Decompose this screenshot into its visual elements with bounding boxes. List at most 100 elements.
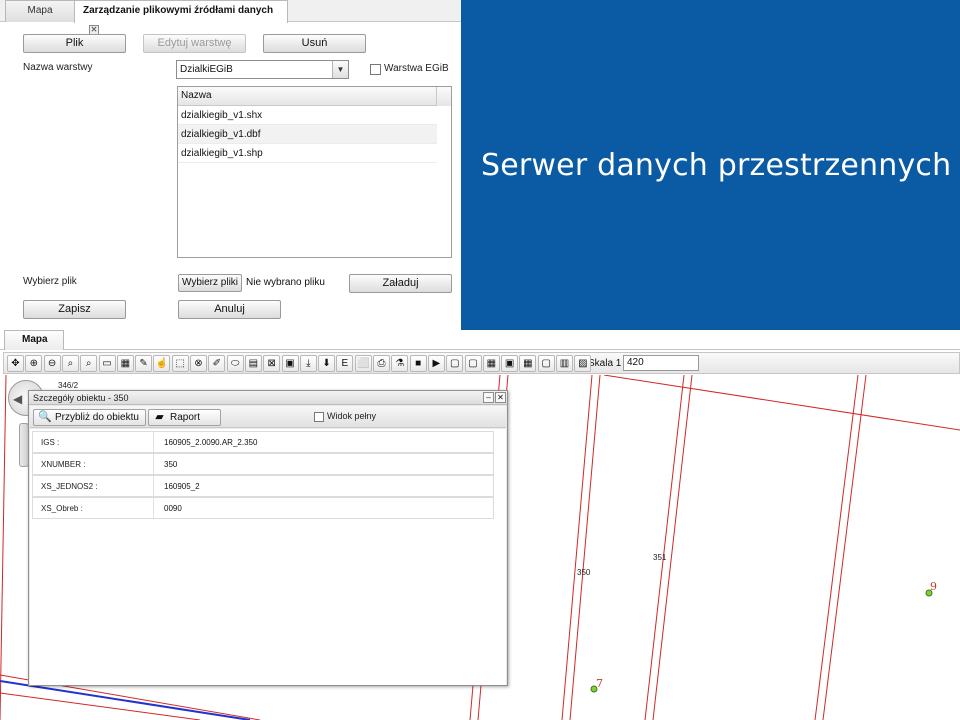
- full-view-checkbox[interactable]: [314, 412, 324, 422]
- title-panel: Serwer danych przestrzennych: [461, 0, 960, 330]
- attribute-key: XS_JEDNOS2 :: [41, 482, 98, 491]
- report-icon[interactable]: ▢: [537, 355, 555, 372]
- measure-distance-icon[interactable]: ▭: [98, 355, 116, 372]
- table-row[interactable]: dzialkiegib_v1.shx: [178, 106, 437, 125]
- table-row[interactable]: dzialkiegib_v1.dbf: [178, 125, 437, 144]
- attribute-value: 0090: [164, 504, 182, 513]
- attribute-key: IGS :: [41, 438, 60, 447]
- close-icon[interactable]: ✕: [495, 392, 506, 403]
- save-button[interactable]: Zapisz: [23, 300, 126, 319]
- egib-checkbox-label: Warstwa EGiB: [384, 63, 449, 74]
- cancel-button[interactable]: Anuluj: [178, 300, 281, 319]
- files-grid: Nazwa dzialkiegib_v1.shx dzialkiegib_v1.…: [177, 86, 452, 258]
- point-label-9: 9: [930, 580, 937, 593]
- table-icon[interactable]: ▦: [482, 355, 500, 372]
- tab-file-sources[interactable]: Zarządzanie plikowymi źródłami danych✕: [74, 0, 288, 36]
- layer-select-value: DzialkiEGiB: [180, 64, 233, 75]
- chart-icon[interactable]: ▣: [501, 355, 519, 372]
- egib-checkbox[interactable]: [370, 64, 381, 75]
- grid-header-name[interactable]: Nazwa: [181, 90, 212, 101]
- attribute-key: XNUMBER :: [41, 460, 86, 469]
- tooltip-icon[interactable]: ▨: [574, 355, 592, 372]
- zoom-to-object-button[interactable]: 🔍 Przybliż do obiektu: [33, 409, 146, 426]
- zoom-extent-icon[interactable]: ⌕: [80, 355, 98, 372]
- attribute-value: 160905_2: [164, 482, 200, 491]
- edit-layer-button[interactable]: Edytuj warstwę: [143, 34, 246, 53]
- pencil-icon[interactable]: ✎: [135, 355, 153, 372]
- export-icon[interactable]: ⤓: [299, 355, 317, 372]
- attributes-table: IGS : 160905_2.0090.AR_2.350 XNUMBER : 3…: [30, 429, 506, 685]
- table-row: XS_JEDNOS2 : 160905_2: [32, 475, 494, 497]
- layer-name-label: Nazwa warstwy: [23, 62, 93, 73]
- parcel-label-350: 350: [577, 568, 591, 577]
- choose-file-label: Wybierz plik: [23, 276, 77, 287]
- magnifier-icon: 🔍: [38, 411, 52, 423]
- report-label: Raport: [170, 412, 201, 423]
- object-details-window: Szczegóły obiektu - 350 – ✕ 🔍 Przybliż d…: [28, 390, 508, 686]
- attribute-value: 160905_2.0090.AR_2.350: [164, 438, 258, 447]
- parcel-label-351: 351: [653, 553, 667, 562]
- camera-icon[interactable]: ■: [409, 355, 427, 372]
- table-row: IGS : 160905_2.0090.AR_2.350: [32, 431, 494, 453]
- delete-feature-icon[interactable]: ⊠: [263, 355, 281, 372]
- scale-label: Skala 1 :: [588, 358, 627, 369]
- highlight-icon[interactable]: ⬭: [226, 355, 244, 372]
- arrow-left-icon[interactable]: ◀: [13, 392, 22, 406]
- select-icon[interactable]: ☝: [153, 355, 171, 372]
- no-file-text: Nie wybrano pliku: [246, 277, 325, 288]
- properties-icon[interactable]: ⬜: [354, 355, 372, 372]
- file-button[interactable]: Plik: [23, 34, 126, 53]
- printer-icon: ▰: [155, 411, 164, 423]
- movie-icon[interactable]: ▶: [427, 355, 445, 372]
- report-button[interactable]: ▰ Raport: [148, 409, 221, 426]
- attribute-key: XS_Obreb :: [41, 504, 83, 513]
- tab-map-label: Mapa: [27, 5, 53, 16]
- legend-icon[interactable]: ▥: [556, 355, 573, 372]
- calculator-icon[interactable]: ▦: [519, 355, 537, 372]
- tab-map-main-label: Mapa: [22, 334, 48, 345]
- attribute-value: 350: [164, 460, 178, 469]
- document-icon[interactable]: ▢: [446, 355, 464, 372]
- scale-input[interactable]: 420: [623, 355, 699, 371]
- pan-icon[interactable]: ✥: [7, 355, 24, 372]
- choose-files-button[interactable]: Wybierz pliki: [178, 274, 242, 292]
- window-title: Szczegóły obiektu - 350: [29, 391, 507, 405]
- map-toolbar: Skala 1 : 420 ✥ ⊕ ⊖ ⌕ ⌕ ▭ ▦ ✎ ☝ ⬚ ⊗ ✐ ⬭ ▤ ⊠ ▣ ⤓ ⬇ E ⬜ ⎙ ⚗ ■ ▶ ▢ ▢…: [3, 352, 960, 374]
- edit-text-icon[interactable]: E: [336, 355, 354, 372]
- zoom-region-icon[interactable]: ⌕: [61, 355, 79, 372]
- table-row[interactable]: dzialkiegib_v1.shp: [178, 144, 437, 163]
- clear-selection-icon[interactable]: ⬚: [171, 355, 189, 372]
- delete-button[interactable]: Usuń: [263, 34, 366, 53]
- zoom-out-icon[interactable]: ⊖: [43, 355, 61, 372]
- file-sources-panel: Mapa Zarządzanie plikowymi źródłami dany…: [0, 0, 461, 328]
- add-feature-icon[interactable]: ▤: [244, 355, 262, 372]
- download-icon[interactable]: ⬇: [318, 355, 336, 372]
- tab-map-main[interactable]: Mapa: [4, 330, 64, 350]
- grid-scroll-cap: [436, 87, 451, 106]
- page-title: Serwer danych przestrzennych: [481, 148, 952, 183]
- full-view-label: Widok pełny: [327, 411, 377, 421]
- grid-header: Nazwa: [178, 87, 451, 106]
- zoom-to-object-label: Przybliż do obiektu: [55, 412, 139, 423]
- top-tabbar: Mapa Zarządzanie plikowymi źródłami dany…: [0, 0, 461, 36]
- layer-select[interactable]: DzialkiEGiB ▼: [176, 60, 349, 79]
- tab-map[interactable]: Mapa: [5, 0, 75, 22]
- copy-icon[interactable]: ▢: [464, 355, 482, 372]
- eraser-icon[interactable]: ✐: [208, 355, 226, 372]
- minimize-icon[interactable]: –: [483, 392, 494, 403]
- chevron-down-icon[interactable]: ▼: [332, 61, 348, 78]
- point-label-7: 7: [596, 677, 603, 690]
- layers-icon[interactable]: ▦: [116, 355, 134, 372]
- window-toolbar: 🔍 Przybliż do obiektu ▰ Raport Widok peł…: [30, 406, 506, 428]
- flask-icon[interactable]: ⚗: [391, 355, 409, 372]
- map-tabbar: Mapa: [0, 330, 960, 350]
- add-layer-icon[interactable]: ▣: [281, 355, 299, 372]
- upload-button[interactable]: Załaduj: [349, 274, 452, 293]
- print-icon[interactable]: ⎙: [373, 355, 390, 372]
- table-row: XNUMBER : 350: [32, 453, 494, 475]
- tab-file-sources-label: Zarządzanie plikowymi źródłami danych: [83, 5, 274, 16]
- table-row: XS_Obreb : 0090: [32, 497, 494, 519]
- zoom-in-icon[interactable]: ⊕: [25, 355, 43, 372]
- parcel-label-346: 346/2: [58, 381, 79, 390]
- identify-icon[interactable]: ⊗: [190, 355, 207, 372]
